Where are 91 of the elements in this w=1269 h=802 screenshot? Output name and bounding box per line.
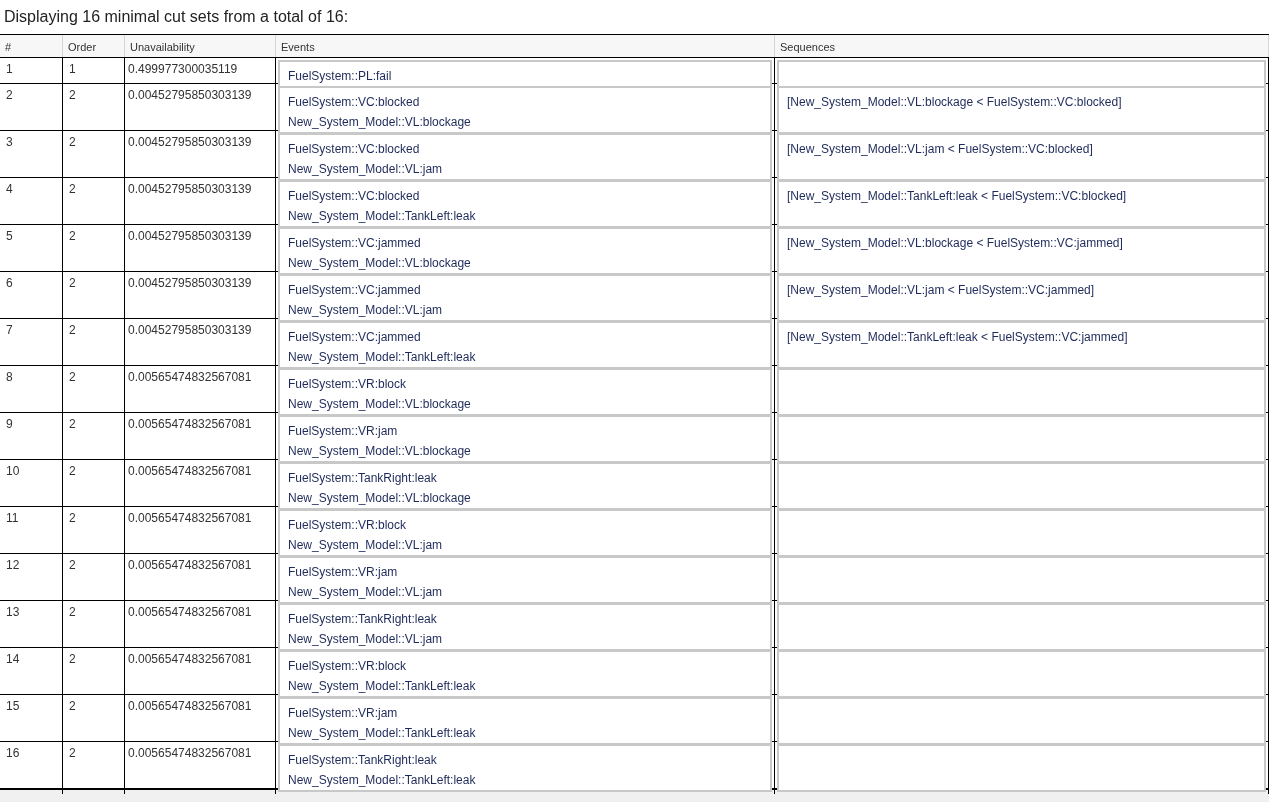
sequence-text: [New_System_Model::TankLeft:leak < FuelSystem::VC:blocked] [787,188,1128,205]
event-text: FuelSystem::VR:jam [288,564,399,581]
event-text: FuelSystem::VC:jammed [288,282,422,299]
event-text: FuelSystem::TankRight:leak [288,752,438,769]
event-text: FuelSystem::VR:block [288,658,408,675]
table-cell: 10 [0,460,63,512]
table-cell: 8 [0,366,63,418]
table-cell: 0.00565474832567081 [125,695,276,747]
table-cell: 2 [63,507,125,559]
table-cell: 0.00565474832567081 [125,742,276,794]
heading: Displaying 16 minimal cut sets from a total of 16: [4,7,349,27]
event-text: New_System_Model::VL:jam [288,584,444,601]
table-cell: 0.00565474832567081 [125,648,276,700]
table-cell: 4 [0,178,63,230]
table-cell: 14 [0,648,63,700]
table-cell: 2 [63,742,125,794]
event-text: New_System_Model::VL:blockage [288,255,472,272]
table-cell: 13 [0,601,63,653]
event-text: New_System_Model::VL:blockage [288,490,472,507]
event-text: New_System_Model::VL:blockage [288,443,472,460]
event-text: FuelSystem::VR:jam [288,423,399,440]
table-cell: 0.00452795850303139 [125,225,276,277]
table-cell: 0.00452795850303139 [125,131,276,183]
table-cell: 6 [0,272,63,324]
table-cell: 2 [63,554,125,606]
event-text: FuelSystem::TankRight:leak [288,470,438,487]
event-text: New_System_Model::TankLeft:leak [288,208,477,225]
column-header[interactable]: # [0,35,63,57]
sequence-text: [New_System_Model::VL:jam < FuelSystem::VC:blocked] [787,141,1094,158]
table-cell: 2 [63,84,125,136]
event-text: FuelSystem::VC:jammed [288,329,422,346]
table-cell: 0.00452795850303139 [125,319,276,371]
table-cell: 9 [0,413,63,465]
table-cell: 3 [0,131,63,183]
table-cell: 1 [0,58,63,90]
sequence-text: [New_System_Model::TankLeft:leak < FuelSystem::VC:jammed] [787,329,1129,346]
event-text: FuelSystem::VR:block [288,517,408,534]
table-cell: 0.00565474832567081 [125,554,276,606]
table-cell: 0.499977300035119 [125,58,276,90]
sequence-text: [New_System_Model::VL:blockage < FuelSystem::VC:jammed] [787,235,1124,252]
table-cell: 2 [63,695,125,747]
event-text: New_System_Model::TankLeft:leak [288,678,477,695]
event-text: New_System_Model::VL:jam [288,161,444,178]
table-cell: 0.00565474832567081 [125,460,276,512]
table-cell: 0.00565474832567081 [125,413,276,465]
sequence-text: [New_System_Model::VL:jam < FuelSystem::VC:jammed] [787,282,1096,299]
event-text: New_System_Model::TankLeft:leak [288,772,477,789]
table-cell: 12 [0,554,63,606]
event-text: FuelSystem::VR:block [288,376,408,393]
event-text: FuelSystem::VC:blocked [288,141,421,158]
table-cell: 0.00565474832567081 [125,507,276,559]
column-header[interactable]: Unavailability [125,35,276,57]
event-text: New_System_Model::TankLeft:leak [288,349,477,366]
table-cell: 2 [63,178,125,230]
event-text: New_System_Model::VL:blockage [288,114,472,131]
table-cell: 2 [63,366,125,418]
event-text: New_System_Model::VL:blockage [288,396,472,413]
table-cell: 16 [0,742,63,794]
table-cell: 2 [63,648,125,700]
event-text: FuelSystem::TankRight:leak [288,611,438,628]
table-cell: 2 [63,460,125,512]
event-text: FuelSystem::VC:jammed [288,235,422,252]
table-cell: 1 [63,58,125,90]
column-header[interactable]: Events [276,35,775,57]
table-cell: 2 [63,319,125,371]
table-cell: 2 [63,272,125,324]
event-text: FuelSystem::VC:blocked [288,94,421,111]
table-cell: 2 [63,225,125,277]
sequence-text: [New_System_Model::VL:blockage < FuelSystem::VC:blocked] [787,94,1123,111]
column-header[interactable]: Order [63,35,125,57]
table-cell: 2 [63,601,125,653]
table-cell: 5 [0,225,63,277]
table-cell: 2 [0,84,63,136]
event-text: FuelSystem::PL:fail [288,68,393,85]
column-header[interactable]: Sequences [775,35,1269,57]
table-cell: 15 [0,695,63,747]
event-text: New_System_Model::VL:jam [288,631,444,648]
table-cell: 0.00565474832567081 [125,601,276,653]
event-text: FuelSystem::VR:jam [288,705,399,722]
event-text: New_System_Model::VL:jam [288,537,444,554]
table-cell: 11 [0,507,63,559]
event-text: New_System_Model::TankLeft:leak [288,725,477,742]
event-text: FuelSystem::VC:blocked [288,188,421,205]
table-cell: 0.00452795850303139 [125,272,276,324]
event-text: New_System_Model::VL:jam [288,302,444,319]
table-cell: 7 [0,319,63,371]
table-cell: 0.00452795850303139 [125,178,276,230]
table-cell: 2 [63,413,125,465]
table-cell: 0.00452795850303139 [125,84,276,136]
table-cell: 0.00565474832567081 [125,366,276,418]
table-cell: 2 [63,131,125,183]
